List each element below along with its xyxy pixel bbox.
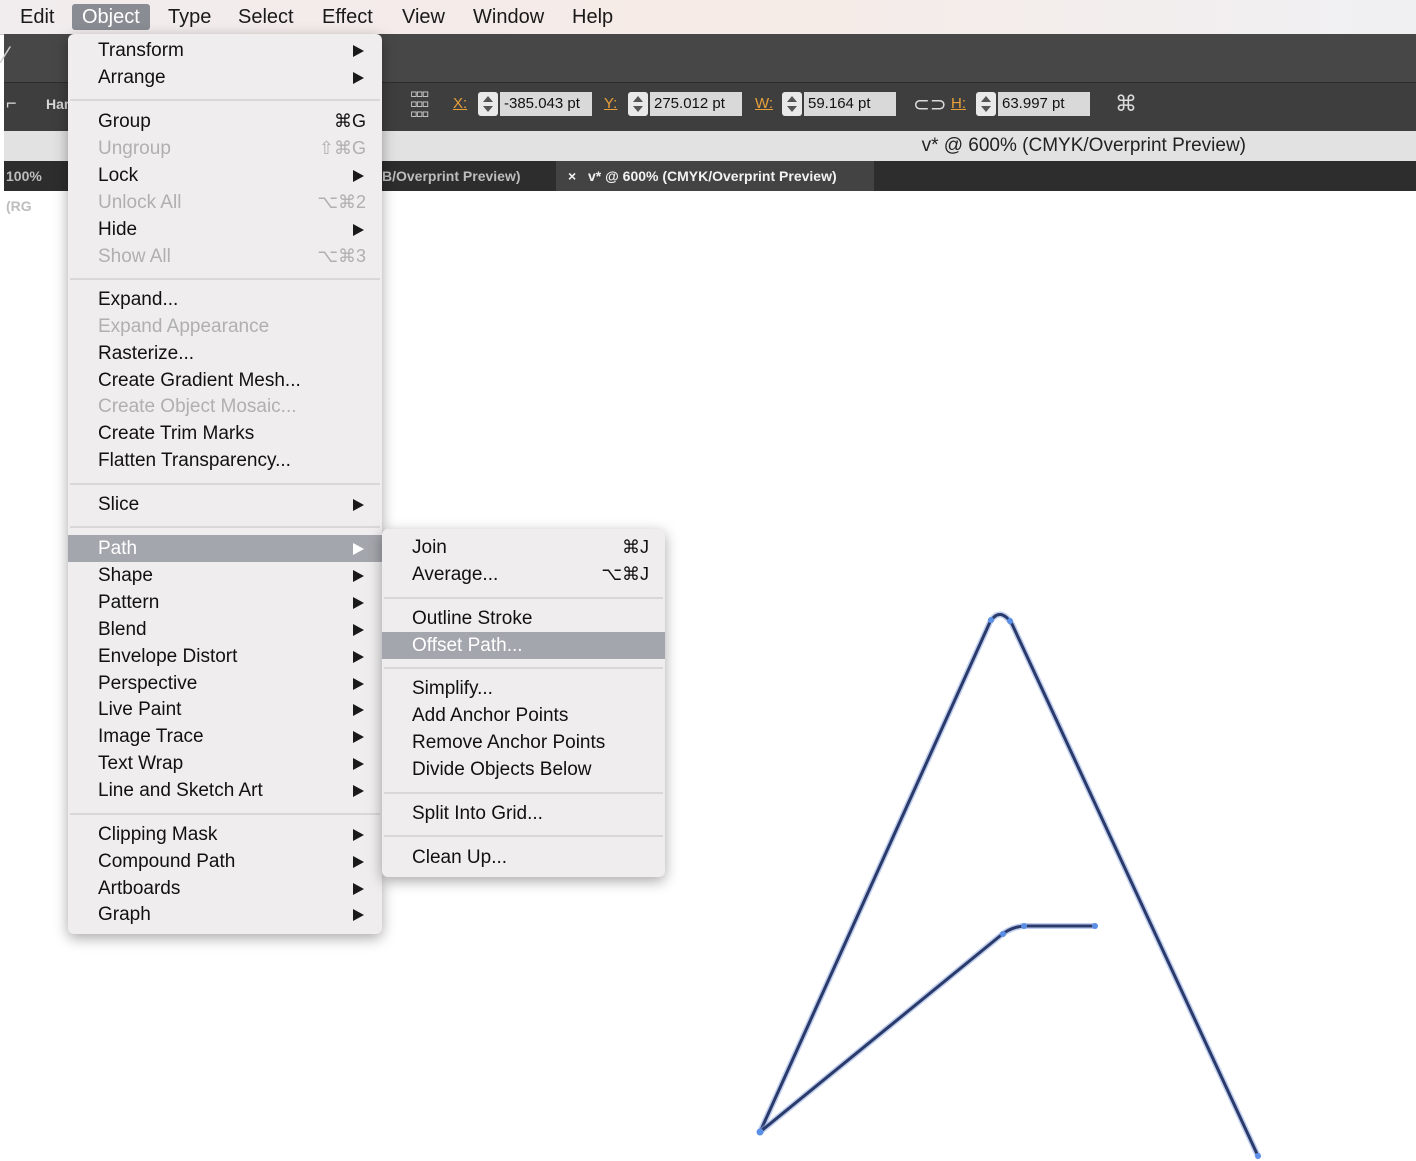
submenu-arrow-icon (353, 224, 364, 236)
menu-separator (384, 792, 663, 794)
menu-item-flatten-transparency[interactable]: Flatten Transparency... (68, 447, 382, 474)
anchor-point[interactable] (1021, 923, 1027, 929)
menu-item-pattern[interactable]: Pattern (68, 589, 382, 616)
submenu-item-remove-anchor-points[interactable]: Remove Anchor Points (382, 729, 665, 756)
menu-item-expand-appearance: Expand Appearance (98, 316, 270, 337)
submenu-arrow-icon (353, 170, 364, 182)
menu-item-live-paint[interactable]: Live Paint (68, 696, 382, 723)
submenu-arrow-icon (353, 499, 364, 511)
anchor-point[interactable] (1255, 1153, 1261, 1159)
submenu-arrow-icon (353, 597, 364, 609)
submenu-item-add-anchor-points[interactable]: Add Anchor Points (382, 702, 665, 729)
menu-separator (70, 526, 380, 528)
menu-item-expand[interactable]: Expand... (68, 286, 382, 313)
anchor-point[interactable] (1092, 923, 1098, 929)
menu-item-object-mosaic: Create Object Mosaic... (98, 396, 297, 417)
submenu-item-split-into-grid[interactable]: Split Into Grid... (382, 800, 665, 827)
menu-separator (384, 835, 663, 837)
anchor-point[interactable] (988, 617, 994, 623)
menu-item-hide[interactable]: Hide (68, 216, 382, 243)
menu-item-trim-marks[interactable]: Create Trim Marks (68, 420, 382, 447)
submenu-arrow-icon (353, 651, 364, 663)
submenu-arrow-icon (353, 785, 364, 797)
menu-item-blend[interactable]: Blend (68, 616, 382, 643)
submenu-arrow-icon (353, 678, 364, 690)
menu-separator (70, 483, 380, 485)
submenu-item-clean-up[interactable]: Clean Up... (382, 844, 665, 871)
menu-item-line-sketch-art[interactable]: Line and Sketch Art (68, 777, 382, 804)
menu-item-perspective[interactable]: Perspective (68, 670, 382, 697)
path-submenu: Join ⌘J Average... ⌥⌘J Outline Stroke Offs… (382, 529, 665, 877)
submenu-arrow-icon (353, 731, 364, 743)
letter-a-path[interactable] (757, 611, 1261, 1159)
menu-item-transform[interactable]: Transform (68, 37, 382, 64)
menu-item-show-all: Show All ⌥⌘3 (98, 246, 366, 267)
anchor-points[interactable] (756, 617, 1262, 1159)
menu-separator (70, 278, 380, 280)
submenu-arrow-icon (353, 624, 364, 636)
menu-item-artboards[interactable]: Artboards (68, 875, 382, 902)
menu-item-lock[interactable]: Lock (68, 162, 382, 189)
submenu-arrow-icon (353, 856, 364, 868)
submenu-item-average[interactable]: Average... ⌥⌘J (382, 561, 665, 588)
menu-item-clipping-mask[interactable]: Clipping Mask (68, 821, 382, 848)
submenu-arrow-icon (353, 543, 364, 555)
menu-item-group[interactable]: Group ⌘G (68, 108, 382, 135)
submenu-arrow-icon (353, 704, 364, 716)
anchor-point[interactable] (756, 1128, 764, 1136)
menu-item-compound-path[interactable]: Compound Path (68, 848, 382, 875)
menu-item-image-trace[interactable]: Image Trace (68, 723, 382, 750)
menu-item-graph[interactable]: Graph (68, 901, 382, 928)
submenu-arrow-icon (353, 72, 364, 84)
menu-item-ungroup: Ungroup ⇧⌘G (98, 138, 366, 159)
anchor-point[interactable] (1000, 931, 1006, 937)
menu-item-shape[interactable]: Shape (68, 562, 382, 589)
menu-item-slice[interactable]: Slice (68, 491, 382, 518)
submenu-arrow-icon (353, 909, 364, 921)
menu-separator (70, 813, 380, 815)
submenu-item-divide-objects-below[interactable]: Divide Objects Below (382, 756, 665, 783)
submenu-arrow-icon (353, 829, 364, 841)
menu-item-arrange[interactable]: Arrange (68, 64, 382, 91)
object-menu: Transform Arrange Group ⌘G Ungroup ⇧⌘G Loc… (68, 34, 382, 934)
menu-item-unlock-all: Unlock All ⌥⌘2 (98, 192, 366, 213)
menu-item-text-wrap[interactable]: Text Wrap (68, 750, 382, 777)
menu-item-envelope-distort[interactable]: Envelope Distort (68, 643, 382, 670)
menu-separator (70, 99, 380, 101)
submenu-item-offset-path[interactable]: Offset Path... (382, 632, 665, 659)
submenu-arrow-icon (353, 883, 364, 895)
submenu-item-simplify[interactable]: Simplify... (382, 675, 665, 702)
menu-item-gradient-mesh[interactable]: Create Gradient Mesh... (68, 367, 382, 394)
submenu-arrow-icon (353, 45, 364, 57)
menu-separator (384, 597, 663, 599)
submenu-arrow-icon (353, 570, 364, 582)
submenu-item-outline-stroke[interactable]: Outline Stroke (382, 605, 665, 632)
menu-separator (384, 667, 663, 669)
anchor-point[interactable] (1007, 618, 1013, 624)
menu-item-rasterize[interactable]: Rasterize... (68, 340, 382, 367)
submenu-item-join[interactable]: Join ⌘J (382, 534, 665, 561)
submenu-arrow-icon (353, 758, 364, 770)
menu-item-path[interactable]: Path (68, 535, 382, 562)
